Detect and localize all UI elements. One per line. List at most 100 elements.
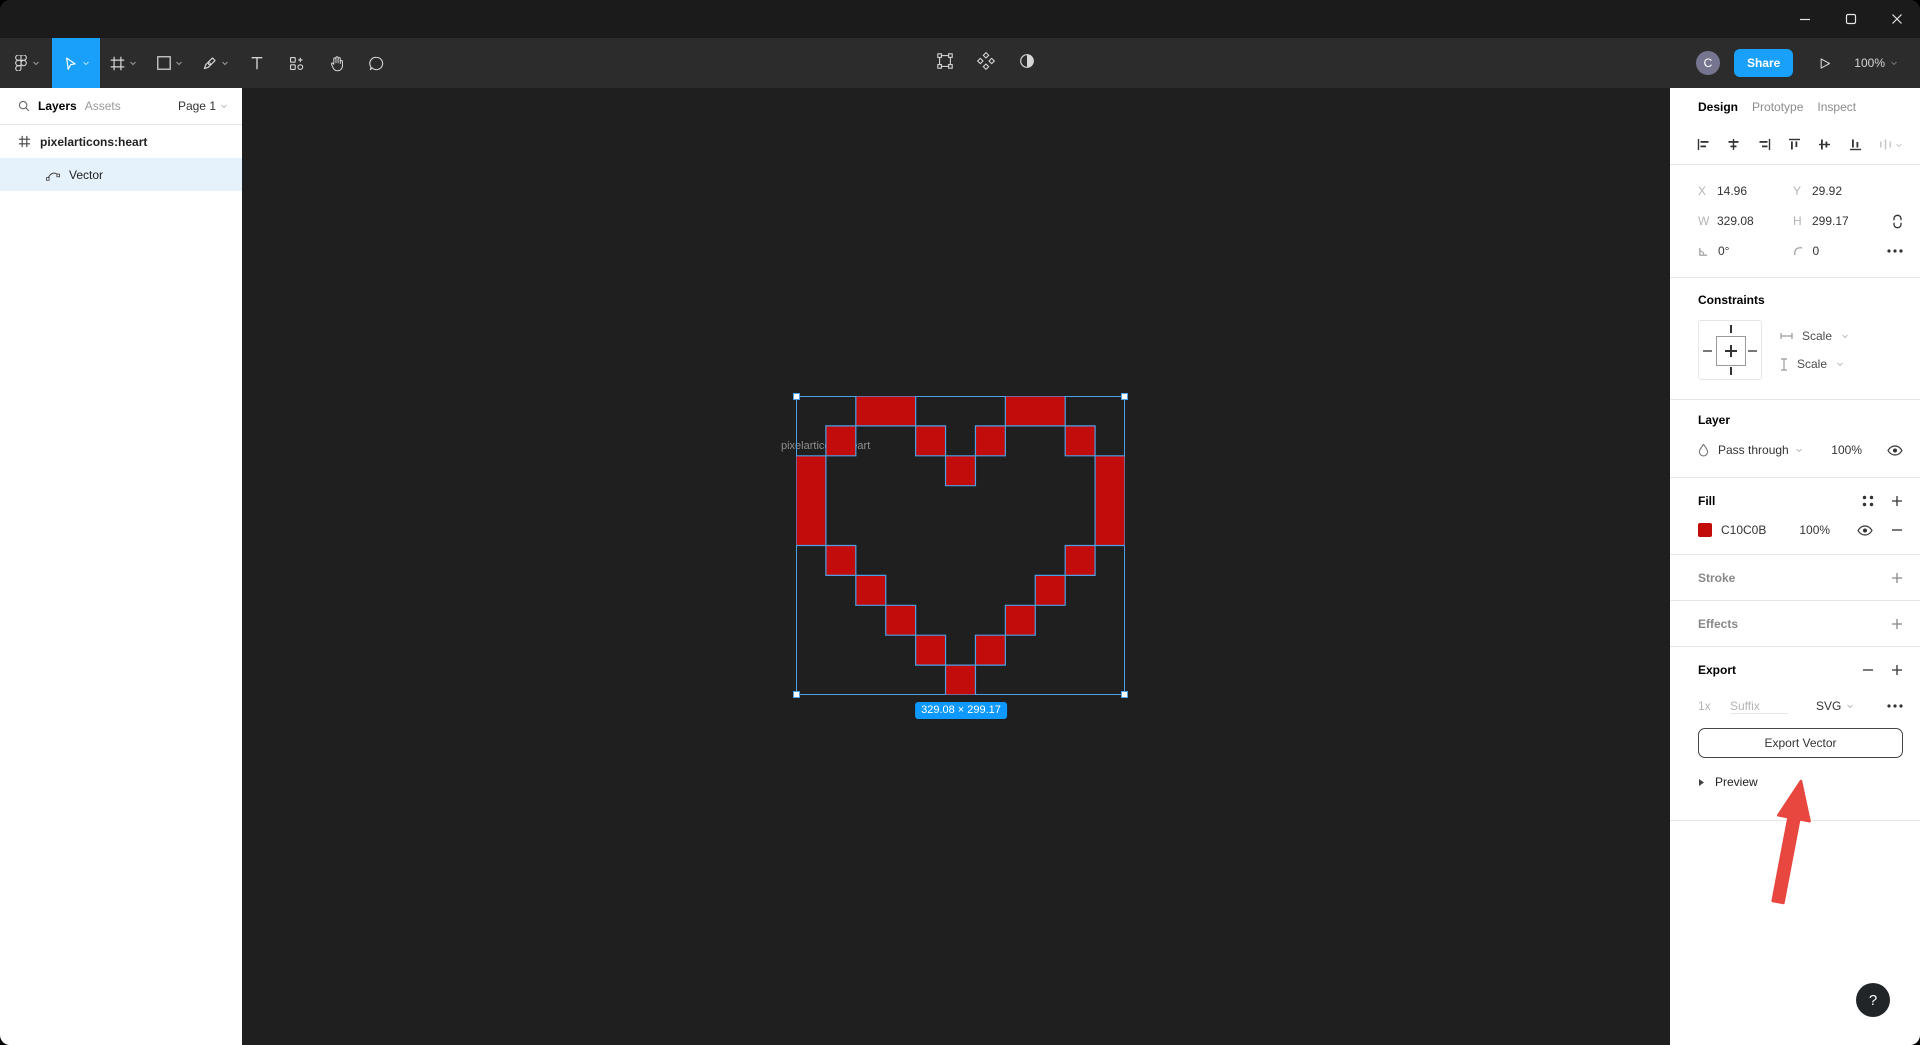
corner-radius-field[interactable]: 0 (1793, 244, 1888, 258)
stroke-section: Stroke (1670, 555, 1920, 601)
vertical-constraint-select[interactable]: Scale (1780, 357, 1849, 371)
maximize-button[interactable] (1828, 0, 1874, 38)
constraints-header: Constraints (1698, 293, 1765, 307)
export-header: Export (1698, 663, 1737, 677)
selection-handle-top-right[interactable] (1121, 393, 1128, 400)
align-vertical-center-button[interactable] (1818, 138, 1831, 151)
export-scale-select[interactable]: 1x (1698, 699, 1730, 713)
layer-opacity-field[interactable]: 100% (1831, 443, 1862, 457)
stroke-header: Stroke (1698, 570, 1736, 585)
hand-tool[interactable] (316, 38, 356, 88)
x-field[interactable]: X 14.96 (1698, 184, 1793, 198)
close-button[interactable] (1874, 0, 1920, 38)
distribute-icon (1879, 139, 1891, 150)
shape-tool[interactable] (146, 38, 192, 88)
maximize-icon (1845, 13, 1857, 25)
constraints-frame-box (1716, 336, 1746, 366)
selection-handle-bottom-right[interactable] (1121, 691, 1128, 698)
more-options-button[interactable] (1887, 249, 1903, 253)
align-right-button[interactable] (1758, 138, 1771, 151)
distribute-menu[interactable] (1879, 138, 1903, 151)
edit-object-icon (937, 52, 953, 69)
chevron-down-icon (222, 61, 228, 66)
remove-export-icon[interactable] (1862, 664, 1874, 676)
constraints-widget[interactable] (1698, 320, 1762, 380)
styles-icon[interactable] (1862, 495, 1874, 507)
preview-toggle[interactable]: Preview (1698, 770, 1903, 794)
use-as-mask-button[interactable] (1018, 52, 1036, 75)
export-vector-button[interactable]: Export Vector (1698, 728, 1903, 758)
visibility-icon[interactable] (1887, 444, 1903, 456)
tab-layers[interactable]: Layers (38, 99, 77, 113)
horizontal-constraint-select[interactable]: Scale (1780, 329, 1849, 343)
chevron-down-icon (1847, 704, 1854, 709)
add-export-icon[interactable] (1891, 664, 1903, 676)
move-tool[interactable] (52, 38, 100, 88)
create-component-button[interactable] (976, 51, 996, 75)
minimize-button[interactable] (1782, 0, 1828, 38)
main-menu-button[interactable] (0, 38, 52, 88)
layer-name: Vector (69, 167, 104, 182)
chevron-down-icon (221, 104, 227, 109)
blend-mode-icon[interactable] (1698, 443, 1709, 457)
align-top-button[interactable] (1788, 138, 1801, 151)
height-field[interactable]: H 299.17 (1793, 214, 1888, 228)
fill-opacity-field[interactable]: 100% (1799, 523, 1830, 537)
fill-color-swatch[interactable] (1698, 523, 1712, 537)
visibility-icon[interactable] (1857, 524, 1873, 536)
align-bottom-button[interactable] (1849, 138, 1862, 151)
move-cursor-icon (66, 57, 76, 70)
present-icon[interactable] (1817, 56, 1832, 71)
share-button[interactable]: Share (1733, 49, 1794, 77)
rotation-field[interactable]: 0° (1698, 244, 1793, 258)
export-format-select[interactable]: SVG (1816, 699, 1854, 713)
align-horizontal-center-button[interactable] (1727, 138, 1740, 151)
minimize-icon (1800, 18, 1810, 21)
frame-tool[interactable] (100, 38, 146, 88)
text-tool[interactable] (238, 38, 276, 88)
add-effect-icon[interactable] (1891, 618, 1903, 630)
layer-name: pixelarticons:heart (40, 134, 148, 149)
zoom-menu[interactable]: 100% (1854, 56, 1898, 70)
actions-tool[interactable] (276, 38, 316, 88)
triangle-right-icon (1699, 778, 1704, 786)
layer-row-vector[interactable]: Vector (0, 158, 242, 191)
comment-tool[interactable] (356, 38, 396, 88)
tab-assets[interactable]: Assets (85, 99, 121, 113)
inspector-panel: Design Prototype Inspect X 14.96 Y 29.92… (1670, 88, 1920, 1045)
tab-inspect[interactable]: Inspect (1817, 100, 1856, 114)
layer-row-frame[interactable]: pixelarticons:heart (0, 125, 242, 158)
blend-mode-select[interactable]: Pass through (1718, 443, 1803, 457)
export-more-button[interactable] (1887, 704, 1903, 708)
help-button[interactable]: ? (1856, 983, 1890, 1017)
chevron-down-icon (1842, 334, 1848, 339)
avatar[interactable]: C (1695, 51, 1720, 75)
heart-vector[interactable] (796, 396, 1125, 695)
constrain-proportions-button[interactable] (1892, 214, 1903, 229)
export-suffix-input[interactable] (1730, 698, 1788, 714)
page-selector[interactable]: Page 1 (178, 99, 228, 113)
horizontal-constraint-value: Scale (1802, 329, 1833, 343)
search-icon[interactable] (18, 100, 30, 112)
chevron-down-icon (1891, 61, 1897, 66)
pen-tool[interactable] (192, 38, 238, 88)
chevron-down-icon (32, 61, 39, 66)
selection-handle-bottom-left[interactable] (793, 691, 800, 698)
tab-prototype[interactable]: Prototype (1752, 100, 1803, 114)
fill-hex-value[interactable]: C10C0B (1721, 523, 1766, 537)
width-field[interactable]: W 329.08 (1698, 214, 1793, 228)
selection-handle-top-left[interactable] (793, 393, 800, 400)
tab-design[interactable]: Design (1698, 100, 1738, 114)
align-left-button[interactable] (1697, 138, 1710, 151)
remove-fill-icon[interactable] (1891, 524, 1903, 536)
rectangle-icon (156, 56, 171, 70)
y-value: 29.92 (1812, 184, 1843, 198)
add-fill-icon[interactable] (1891, 495, 1903, 507)
add-stroke-icon[interactable] (1891, 572, 1903, 584)
edit-object-button[interactable] (936, 52, 954, 75)
vector-layer-icon (46, 172, 60, 181)
y-field[interactable]: Y 29.92 (1793, 184, 1888, 198)
canvas[interactable]: pixelarticons:heart 329.08 × 299.17 (242, 88, 1670, 1045)
export-section: Export 1x SVG Export Vector (1670, 647, 1920, 821)
fill-header: Fill (1698, 494, 1716, 508)
